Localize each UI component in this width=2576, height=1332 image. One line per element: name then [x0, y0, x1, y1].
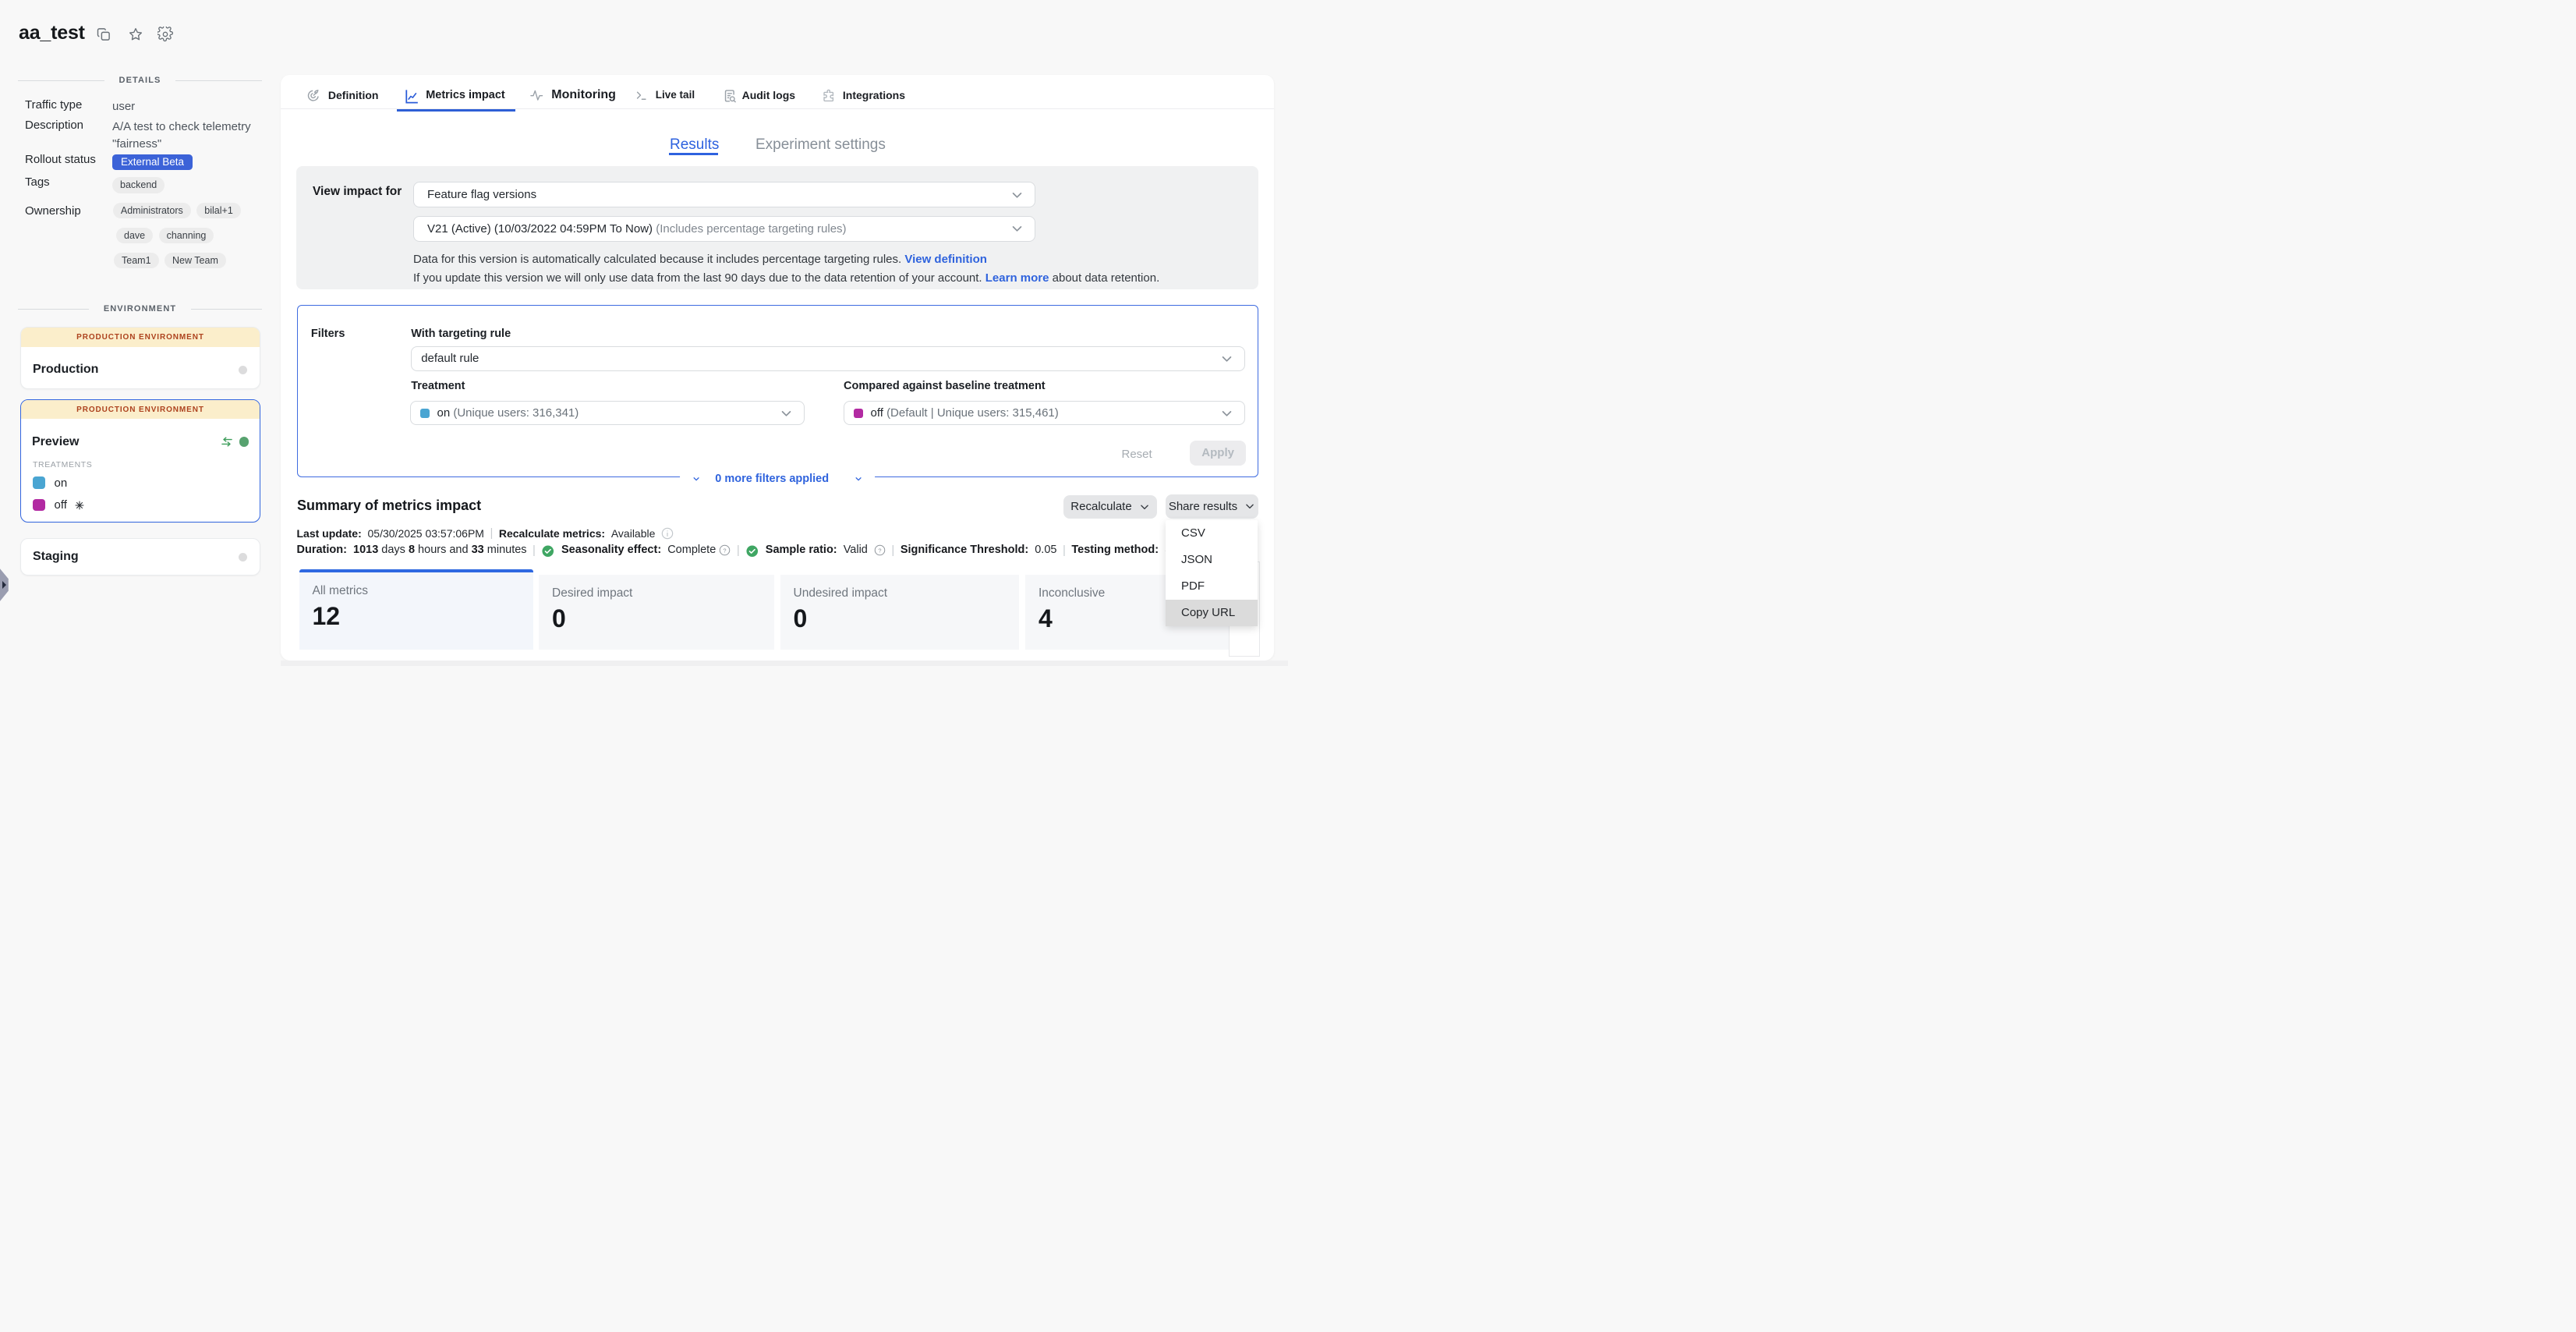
svg-text:?: ? [878, 547, 881, 554]
svg-text:?: ? [724, 547, 727, 554]
